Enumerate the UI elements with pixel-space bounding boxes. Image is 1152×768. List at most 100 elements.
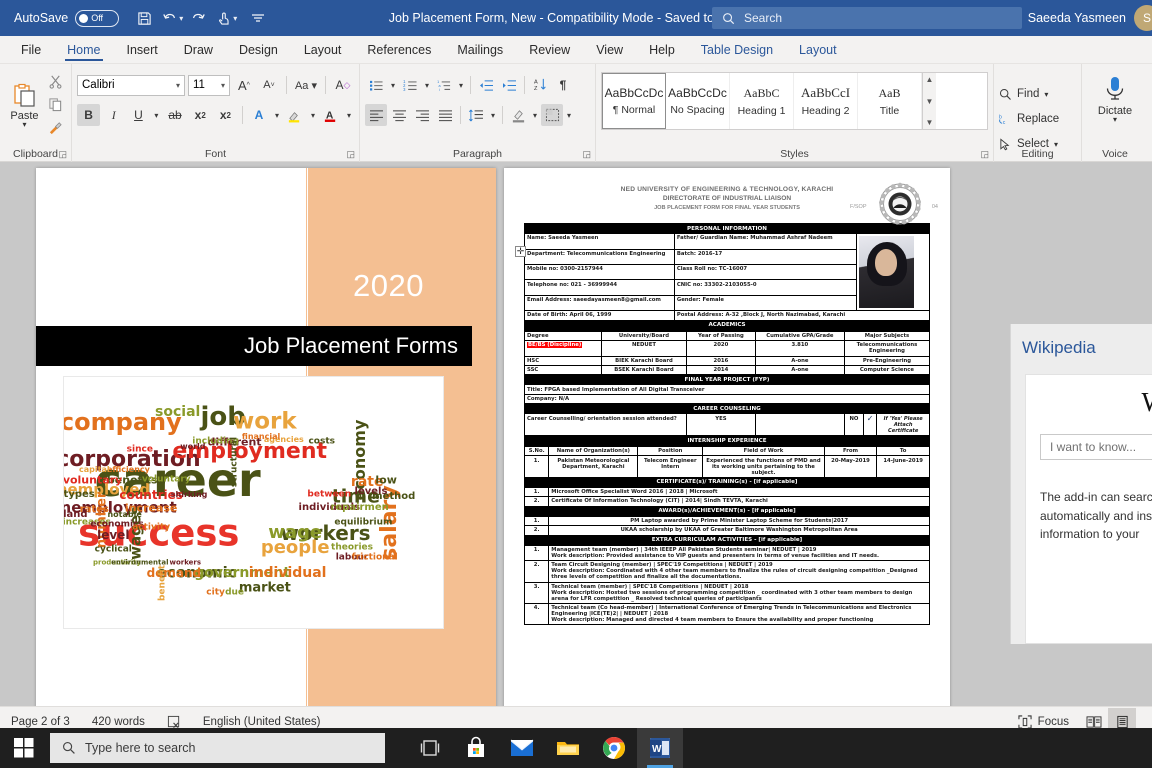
line-spacing-icon[interactable] [465, 104, 487, 126]
cover-word-cloud-image[interactable]: career success company corporation employmen… [63, 376, 444, 629]
line-spacing-caret-icon[interactable]: ▾ [488, 104, 498, 126]
underline-caret-icon[interactable]: ▾ [151, 104, 161, 126]
style-heading-2[interactable]: AaBbCcI Heading 2 [794, 73, 858, 129]
align-left-icon[interactable] [365, 104, 387, 126]
proofing-errors-icon[interactable] [156, 715, 192, 729]
microsoft-store-icon[interactable] [453, 728, 499, 768]
justify-icon[interactable] [434, 104, 456, 126]
tab-draw[interactable]: Draw [171, 40, 226, 63]
font-name-combobox[interactable]: Calibri ▾ [77, 74, 185, 96]
windows-start-icon[interactable] [0, 728, 48, 768]
academics-table[interactable]: Degree University/Board Year of Passing … [524, 330, 931, 436]
counseling-no-checkbox[interactable]: ✓ [862, 414, 878, 435]
replace-button[interactable]: bc Replace [999, 108, 1076, 130]
search-box[interactable]: Search [712, 7, 1022, 29]
paste-dropdown-caret-icon[interactable]: ▾ [22, 120, 26, 128]
multilevel-caret-icon[interactable]: ▾ [456, 74, 466, 96]
cut-icon[interactable] [44, 70, 66, 92]
show-marks-icon[interactable]: ¶ [552, 74, 574, 96]
align-center-icon[interactable] [388, 104, 410, 126]
touch-mode-caret-icon[interactable]: ▾ [233, 14, 237, 23]
dictate-button[interactable]: Dictate ▾ [1089, 74, 1141, 124]
font-color-icon[interactable]: A [320, 104, 342, 126]
document-page-form[interactable]: NED UNIVERSITY OF ENGINEERING & TECHNOLO… [504, 168, 950, 706]
borders-caret-icon[interactable]: ▾ [564, 104, 574, 126]
dictate-caret-icon[interactable]: ▾ [1113, 116, 1117, 124]
document-canvas[interactable]: 2020 Job Placement Forms career success co… [0, 162, 1152, 706]
styles-dialog-launcher[interactable]: ◲ [980, 149, 989, 160]
wikipedia-task-pane[interactable]: Wikipedia W I want to know... The add-in… [1010, 324, 1152, 644]
autosave-toggle[interactable]: Off [75, 9, 120, 27]
file-explorer-icon[interactable] [545, 728, 591, 768]
table-move-handle[interactable]: ✛ [515, 246, 526, 257]
tab-help[interactable]: Help [636, 40, 688, 63]
paragraph-dialog-launcher[interactable]: ◲ [582, 149, 591, 160]
change-case-icon[interactable]: Aa ▾ [293, 74, 319, 96]
account-area[interactable]: Saeeda Yasmeen S [1028, 0, 1152, 36]
decrease-indent-icon[interactable] [475, 74, 497, 96]
language-indicator[interactable]: English (United States) [192, 716, 332, 728]
tab-table-layout[interactable]: Layout [786, 40, 850, 63]
font-dialog-launcher[interactable]: ◲ [346, 149, 355, 160]
shading-caret-icon[interactable]: ▾ [530, 104, 540, 126]
redo-icon[interactable] [185, 5, 211, 31]
tab-view[interactable]: View [583, 40, 636, 63]
grow-font-icon[interactable]: A ^ [233, 74, 255, 96]
tab-file[interactable]: File [8, 40, 54, 63]
format-painter-icon[interactable] [44, 116, 66, 138]
internship-table[interactable]: INTERNSHIP EXPERIENCE S.No. Name of Orga… [523, 435, 930, 626]
tab-layout[interactable]: Layout [291, 40, 355, 63]
autosave-control[interactable]: AutoSave Off [14, 9, 120, 27]
task-view-icon[interactable] [407, 728, 453, 768]
text-highlight-icon[interactable] [284, 104, 306, 126]
sort-icon[interactable]: AZ [529, 74, 551, 96]
document-page-cover[interactable]: 2020 Job Placement Forms career success co… [36, 168, 496, 706]
tab-table-design[interactable]: Table Design [688, 40, 786, 63]
numbering-caret-icon[interactable]: ▾ [422, 74, 432, 96]
italic-icon[interactable]: I [102, 104, 125, 126]
taskbar-search-box[interactable]: Type here to search [50, 733, 385, 763]
styles-scroll-down-icon[interactable]: ▼ [926, 97, 934, 106]
tab-design[interactable]: Design [226, 40, 291, 63]
copy-icon[interactable] [44, 93, 66, 115]
style-heading-1[interactable]: AaBbC Heading 1 [730, 73, 794, 129]
bullets-icon[interactable] [365, 74, 387, 96]
superscript-icon[interactable]: x2 [214, 104, 237, 126]
paste-button[interactable]: Paste ▾ [5, 81, 44, 128]
wikipedia-search-input[interactable]: I want to know... [1040, 434, 1152, 460]
styles-scroll-up-icon[interactable]: ▲ [926, 75, 934, 84]
tab-review[interactable]: Review [516, 40, 583, 63]
text-effects-caret-icon[interactable]: ▾ [272, 104, 282, 126]
underline-icon[interactable]: U [127, 104, 149, 126]
style-title[interactable]: AaB Title [858, 73, 922, 129]
clipboard-dialog-launcher[interactable]: ◲ [58, 149, 67, 160]
counseling-yes-box[interactable] [754, 413, 845, 436]
find-button[interactable]: Find ▾ [999, 83, 1076, 105]
increase-indent-icon[interactable] [498, 74, 520, 96]
shrink-font-icon[interactable]: A ˅ [258, 74, 280, 96]
align-right-icon[interactable] [411, 104, 433, 126]
customize-qat-icon[interactable] [245, 5, 271, 31]
numbering-icon[interactable]: 123 [399, 74, 421, 96]
word-count[interactable]: 420 words [81, 716, 156, 728]
strikethrough-icon[interactable]: ab [163, 104, 186, 126]
save-icon[interactable] [131, 5, 157, 31]
subscript-icon[interactable]: x2 [189, 104, 212, 126]
font-name-caret-icon[interactable]: ▾ [176, 81, 180, 90]
focus-mode-button[interactable]: Focus [1007, 714, 1080, 729]
shading-icon[interactable] [507, 104, 529, 126]
form-table[interactable]: PERSONAL INFORMATION Name: Saeeda Yasmee… [524, 222, 931, 331]
bold-icon[interactable]: B [77, 104, 101, 126]
bullets-caret-icon[interactable]: ▾ [388, 74, 398, 96]
tab-insert[interactable]: Insert [114, 40, 171, 63]
styles-more-icon[interactable]: ▼ [926, 118, 934, 127]
tab-mailings[interactable]: Mailings [444, 40, 516, 63]
style-normal[interactable]: AaBbCcDc ¶ Normal [602, 73, 666, 129]
font-color-caret-icon[interactable]: ▾ [344, 104, 354, 126]
avatar[interactable]: S [1134, 5, 1152, 31]
styles-scroll[interactable]: ▲ ▼ ▼ [922, 73, 936, 129]
mail-icon[interactable] [499, 728, 545, 768]
undo-dropdown-caret-icon[interactable]: ▾ [179, 14, 183, 23]
page-indicator[interactable]: Page 2 of 3 [0, 716, 81, 728]
font-size-combobox[interactable]: 11 ▾ [187, 74, 230, 96]
